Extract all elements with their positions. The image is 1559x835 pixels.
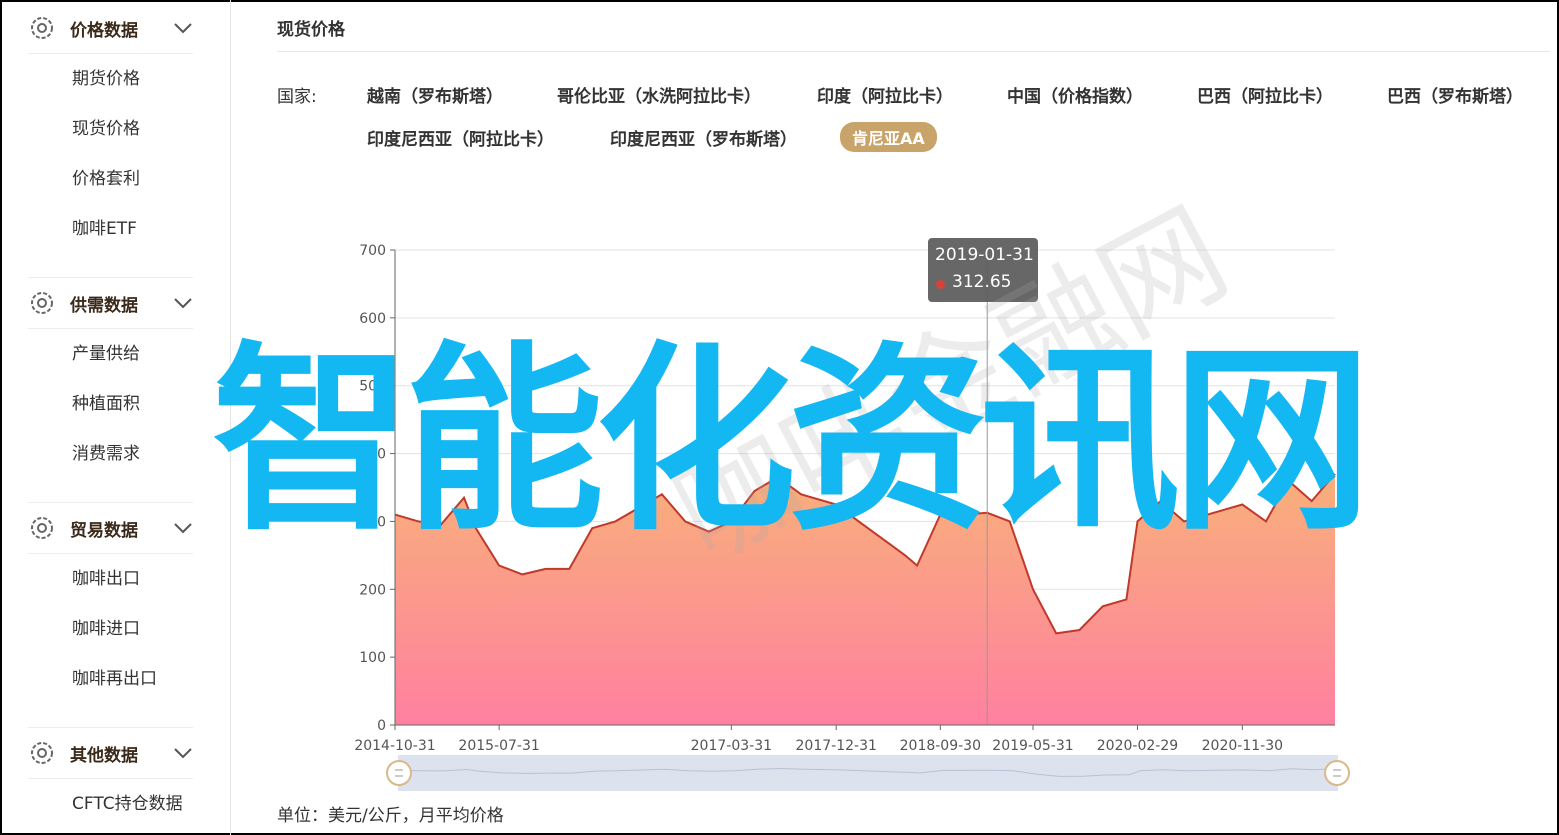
unit-note: 单位：美元/公斤，月平均价格 xyxy=(277,806,504,826)
y-tick-label: 0 xyxy=(377,718,386,734)
zoom-handle-right[interactable] xyxy=(1324,760,1350,786)
y-tick-label: 100 xyxy=(359,650,386,666)
watermark-overlay: 智能化资讯网 xyxy=(212,325,1372,558)
zoom-handle-left[interactable] xyxy=(386,760,412,786)
x-tick-label: 2017-12-31 xyxy=(796,738,877,754)
x-tick-label: 2020-02-29 xyxy=(1097,738,1178,754)
x-tick-label: 2014-10-31 xyxy=(354,738,435,754)
x-tick-label: 2019-05-31 xyxy=(992,738,1073,754)
x-tick-label: 2015-07-31 xyxy=(458,738,539,754)
x-tick-label: 2018-09-30 xyxy=(900,738,981,754)
y-tick-label: 200 xyxy=(359,582,386,598)
x-tick-label: 2017-03-31 xyxy=(691,738,772,754)
y-tick-label: 700 xyxy=(359,243,386,259)
x-tick-label: 2020-11-30 xyxy=(1202,738,1283,754)
